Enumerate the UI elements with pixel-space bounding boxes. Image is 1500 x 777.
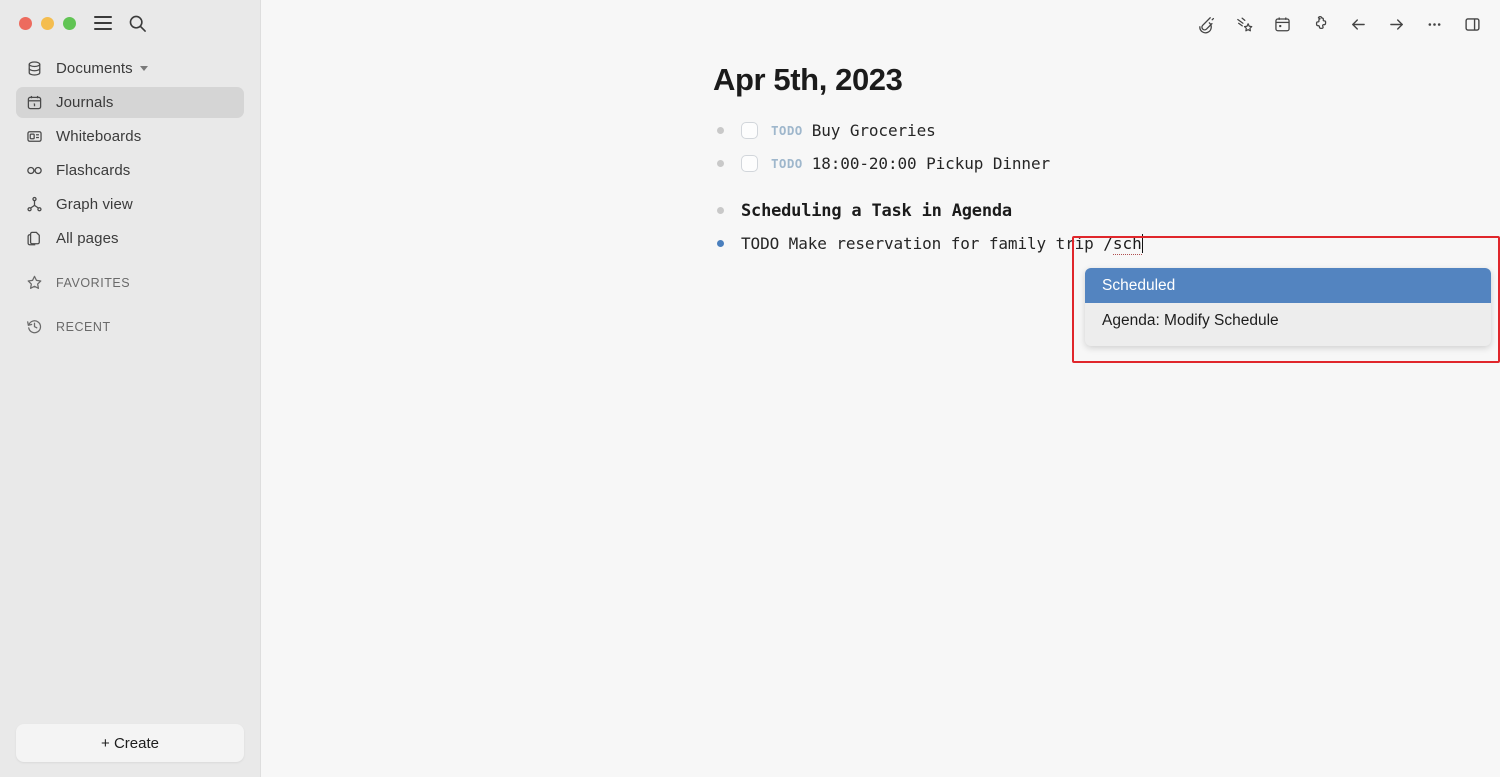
todo-text: Buy Groceries (811, 121, 936, 140)
slash-query-text: sch (1112, 234, 1142, 255)
sidebar-nav: Documents Journals Whiteboards Flashcard… (0, 53, 260, 342)
heading-block[interactable]: Scheduling a Task in Agenda (713, 196, 1500, 229)
todo-checkbox[interactable] (741, 122, 758, 139)
arrow-left-icon[interactable] (1347, 13, 1369, 35)
sidebar-item-whiteboards[interactable]: Whiteboards (16, 121, 244, 152)
sidebar-item-label: Graph view (56, 196, 133, 213)
sidebar-item-flashcards[interactable]: Flashcards (16, 155, 244, 186)
sidebar-item-label: Journals (56, 94, 114, 111)
sidebar-item-journals[interactable]: Journals (16, 87, 244, 118)
app-window: Documents Journals Whiteboards Flashcard… (0, 0, 1500, 777)
hamburger-icon[interactable] (94, 16, 112, 30)
todo-checkbox[interactable] (741, 155, 758, 172)
right-sidebar-toggle-icon[interactable] (1461, 13, 1483, 35)
todo-block[interactable]: TODO Buy Groceries (713, 116, 1500, 149)
calendar-icon[interactable] (1271, 13, 1293, 35)
sidebar-item-documents[interactable]: Documents (16, 53, 244, 84)
search-icon[interactable] (128, 14, 147, 33)
text-cursor (1141, 234, 1144, 253)
sidebar-section-label: FAVORITES (56, 275, 131, 290)
graph-icon (24, 195, 44, 215)
slash-menu-item-agenda-modify-schedule[interactable]: Agenda: Modify Schedule (1085, 303, 1491, 338)
slash-command-menu[interactable]: Scheduled Agenda: Modify Schedule (1085, 268, 1491, 346)
block-bullet-icon[interactable] (717, 240, 724, 247)
sidebar-item-label: Flashcards (56, 162, 131, 179)
heading-text: Scheduling a Task in Agenda (741, 201, 1012, 221)
chevron-down-icon[interactable] (139, 66, 148, 71)
page-title: Apr 5th, 2023 (713, 62, 903, 97)
block-bullet-icon[interactable] (717, 160, 724, 167)
block-bullet-icon[interactable] (717, 207, 724, 214)
pages-icon (24, 229, 44, 249)
star-icon (24, 273, 44, 293)
arrow-right-icon[interactable] (1385, 13, 1407, 35)
sidebar-item-label: Whiteboards (56, 128, 142, 145)
editing-block[interactable]: TODO Make reservation for family trip /s… (713, 229, 1500, 262)
slash-command-input[interactable]: /sch (1103, 229, 1144, 259)
whiteboard-icon (24, 127, 44, 147)
sidebar-item-label: Documents (56, 60, 133, 77)
calendar-icon (24, 93, 44, 113)
more-dots-icon[interactable] (1423, 13, 1445, 35)
main-content: Apr 5th, 2023 TODO Buy Groceries TODO 18… (260, 0, 1500, 777)
close-window-button[interactable] (19, 16, 32, 30)
create-button-container: + Create (16, 724, 244, 762)
infinity-icon (24, 161, 44, 181)
edit-pencil-icon[interactable] (1195, 13, 1217, 35)
history-icon (24, 317, 44, 337)
sidebar-section-recent[interactable]: RECENT (16, 311, 244, 342)
todo-tag: TODO (771, 123, 803, 138)
create-button[interactable]: + Create (16, 724, 244, 762)
sidebar-item-all-pages[interactable]: All pages (16, 223, 244, 254)
sidebar-item-label: All pages (56, 230, 119, 247)
todo-tag: TODO (771, 156, 803, 171)
maximize-window-button[interactable] (63, 16, 76, 30)
window-controls (0, 0, 260, 46)
database-icon (24, 59, 44, 79)
slash-menu-item-scheduled[interactable]: Scheduled (1085, 268, 1491, 303)
todo-text: 18:00-20:00 Pickup Dinner (811, 154, 1051, 173)
block-bullet-icon[interactable] (717, 127, 724, 134)
minimize-window-button[interactable] (41, 16, 54, 30)
sidebar-section-favorites[interactable]: FAVORITES (16, 267, 244, 298)
todo-block[interactable]: TODO 18:00-20:00 Pickup Dinner (713, 149, 1500, 182)
sidebar: Documents Journals Whiteboards Flashcard… (0, 0, 260, 777)
block-list: TODO Buy Groceries TODO 18:00-20:00 Pick… (713, 116, 1500, 262)
sidebar-item-graph-view[interactable]: Graph view (16, 189, 244, 220)
sidebar-section-label: RECENT (56, 319, 111, 334)
shooting-star-icon[interactable] (1233, 13, 1255, 35)
top-toolbar (1195, 0, 1500, 48)
slash-query-slash: / (1103, 234, 1113, 253)
puzzle-plugin-icon[interactable] (1309, 13, 1331, 35)
editing-block-text: TODO Make reservation for family trip (741, 234, 1104, 253)
